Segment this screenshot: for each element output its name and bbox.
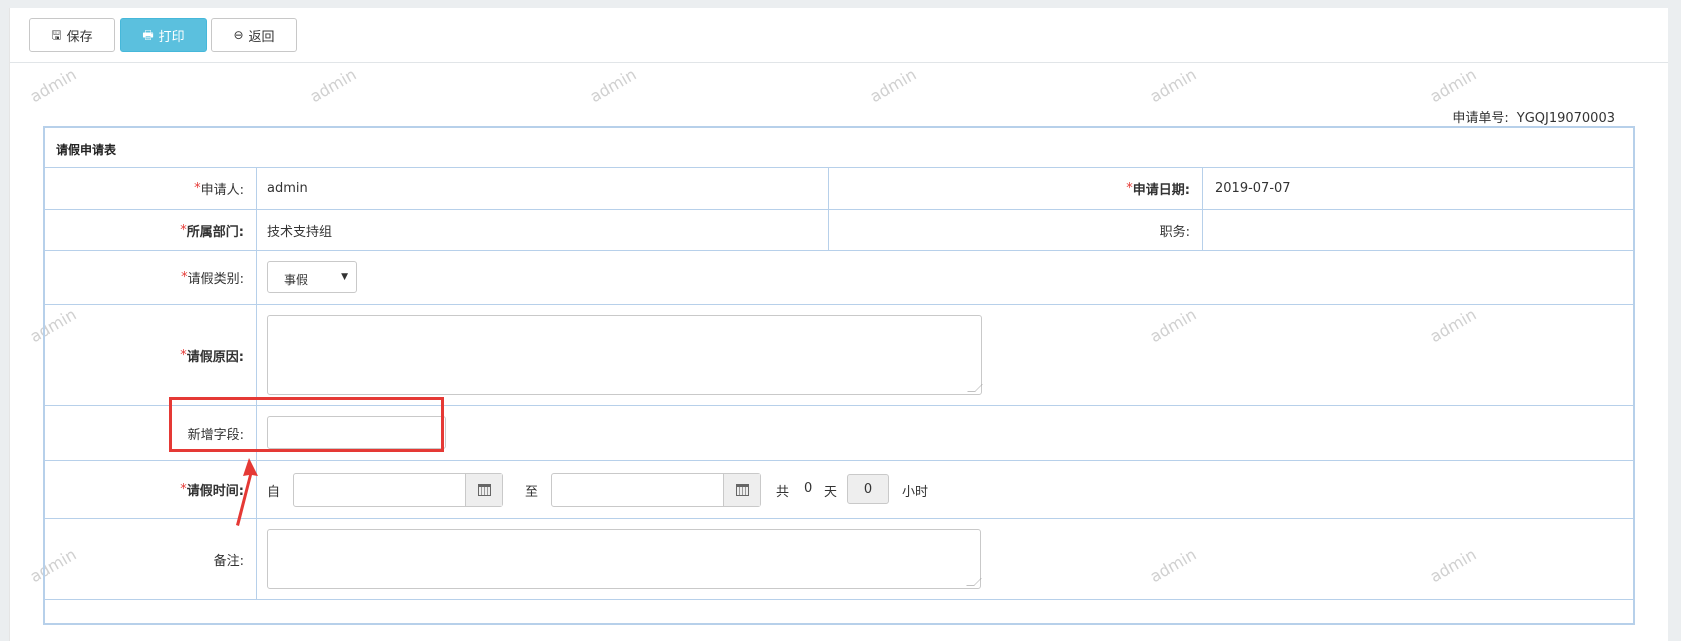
page-container: 🖫 保存 🖶 打印 ⊖ 返回 admin admin admin admin a…	[9, 8, 1668, 641]
row-remarks: 备注:	[45, 519, 1633, 600]
to-label: 至	[525, 485, 539, 500]
department-value: 技术支持组	[267, 224, 333, 240]
save-button-label: 保存	[66, 29, 93, 45]
save-button[interactable]: 🖫 保存	[29, 18, 115, 52]
department-label: * 所属部门:	[45, 210, 257, 250]
toolbar: 🖫 保存 🖶 打印 ⊖ 返回	[10, 8, 1668, 63]
print-button[interactable]: 🖶 打印	[120, 18, 207, 52]
back-circle-icon: ⊖	[233, 28, 244, 42]
watermark: admin	[866, 64, 920, 107]
total-label: 共	[776, 485, 790, 500]
row-leave-reason: * 请假原因:	[45, 305, 1633, 406]
hours-input[interactable]: 0	[847, 474, 889, 504]
start-datetime-input[interactable]	[293, 473, 503, 507]
back-button[interactable]: ⊖ 返回	[211, 18, 297, 52]
save-icon: 🖫	[51, 28, 62, 42]
calendar-icon	[735, 484, 749, 496]
watermark: admin	[1426, 64, 1480, 107]
caret-down-icon: ▼	[341, 272, 348, 282]
position-label: 职务:	[829, 210, 1203, 250]
calendar-icon	[477, 484, 491, 496]
days-unit: 天	[824, 485, 838, 500]
row-new-field: 新增字段:	[45, 406, 1633, 461]
row-department: * 所属部门: 技术支持组 职务:	[45, 210, 1633, 251]
new-field-label: 新增字段:	[45, 406, 257, 460]
from-label: 自	[267, 485, 281, 500]
remarks-label: 备注:	[45, 519, 257, 599]
start-calendar-button[interactable]	[465, 474, 502, 506]
applicant-value: admin	[267, 181, 308, 196]
leave-reason-label: * 请假原因:	[45, 305, 257, 405]
form-number-value: YGQJ19070003	[1516, 111, 1615, 126]
row-leave-type: * 请假类别: 事假 ▼	[45, 251, 1633, 305]
days-value: 0	[804, 481, 813, 496]
form-number: 申请单号: YGQJ19070003	[1452, 107, 1615, 126]
watermark: admin	[586, 64, 640, 107]
leave-type-select[interactable]: 事假 ▼	[267, 261, 357, 293]
print-icon: 🖶	[142, 28, 154, 42]
leave-application-form: 请假申请表 * 申请人: admin * 申请日期: 2019-07-07 * 所属部…	[43, 126, 1635, 625]
row-applicant: * 申请人: admin * 申请日期: 2019-07-07	[45, 168, 1633, 210]
form-caption: 请假申请表	[45, 128, 1633, 168]
row-leave-time: * 请假时间: 自 至 共 0 天 0 小时	[45, 461, 1633, 519]
form-number-label: 申请单号:	[1452, 111, 1509, 126]
leave-reason-textarea[interactable]	[267, 315, 982, 395]
watermark: admin	[26, 64, 80, 107]
watermark: admin	[1146, 64, 1200, 107]
apply-date-value: 2019-07-07	[1215, 181, 1291, 196]
end-calendar-button[interactable]	[723, 474, 760, 506]
apply-date-label: * 申请日期:	[829, 168, 1203, 209]
hours-unit: 小时	[902, 485, 929, 500]
new-field-input[interactable]	[267, 416, 446, 449]
leave-type-label: * 请假类别:	[45, 251, 257, 304]
remarks-textarea[interactable]	[267, 529, 981, 589]
print-button-label: 打印	[158, 29, 185, 45]
leave-time-label: * 请假时间:	[45, 461, 257, 518]
end-datetime-input[interactable]	[551, 473, 761, 507]
watermark: admin	[306, 64, 360, 107]
applicant-label: * 申请人:	[45, 168, 257, 209]
back-button-label: 返回	[248, 29, 275, 45]
leave-type-selected: 事假	[284, 273, 309, 287]
